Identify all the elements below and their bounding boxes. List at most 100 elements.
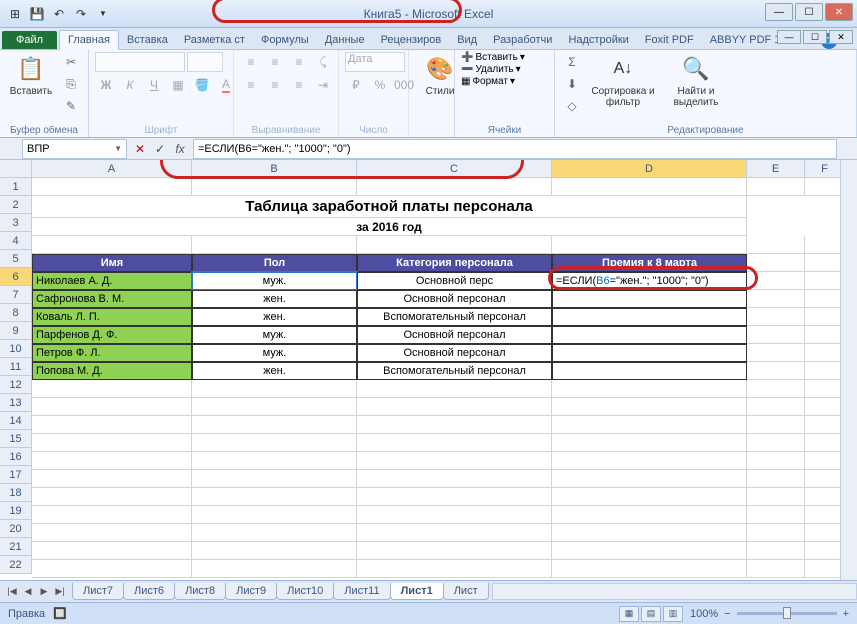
cell[interactable] <box>747 524 805 542</box>
cell[interactable] <box>32 488 192 506</box>
cell[interactable] <box>357 524 552 542</box>
cell[interactable] <box>192 470 357 488</box>
row-header-1[interactable]: 1 <box>0 178 32 196</box>
row-header-8[interactable]: 8 <box>0 304 32 322</box>
zoom-handle[interactable] <box>783 607 791 619</box>
sheet-tab[interactable]: Лист9 <box>225 583 277 600</box>
cell[interactable] <box>357 380 552 398</box>
tab-review[interactable]: Рецензиров <box>373 31 450 49</box>
cell[interactable] <box>747 488 805 506</box>
cell[interactable] <box>805 560 845 578</box>
sheet-tab[interactable]: Лист7 <box>72 583 124 600</box>
cell[interactable] <box>747 236 805 254</box>
tab-insert[interactable]: Вставка <box>119 31 176 49</box>
view-page-break-icon[interactable]: ▥ <box>663 606 683 622</box>
row-header-15[interactable]: 15 <box>0 430 32 448</box>
number-format-select[interactable]: Дата <box>345 52 405 72</box>
zoom-out-icon[interactable]: − <box>724 608 730 620</box>
bonus-cell[interactable] <box>552 344 747 362</box>
row-header-22[interactable]: 22 <box>0 556 32 574</box>
cell[interactable] <box>805 236 845 254</box>
category-cell[interactable]: Вспомогательный персонал <box>357 362 552 380</box>
sheet-nav-next-icon[interactable]: ▶ <box>36 584 52 600</box>
bonus-cell[interactable] <box>552 326 747 344</box>
cell[interactable] <box>192 452 357 470</box>
cell[interactable] <box>552 416 747 434</box>
sex-cell[interactable]: жен. <box>192 362 357 380</box>
paste-button[interactable]: 📋 Вставить <box>6 52 56 99</box>
percent-icon[interactable]: % <box>369 75 391 95</box>
cell[interactable] <box>552 434 747 452</box>
tab-home[interactable]: Главная <box>59 30 119 50</box>
name-cell[interactable]: Сафронова В. М. <box>32 290 192 308</box>
tab-addins[interactable]: Надстройки <box>560 31 636 49</box>
format-painter-icon[interactable]: ✎ <box>60 96 82 116</box>
format-cells-button[interactable]: ▦ Формат ▾ <box>461 76 515 87</box>
name-cell[interactable]: Коваль Л. П. <box>32 308 192 326</box>
sheet-tab[interactable]: Лист11 <box>333 583 390 600</box>
autosum-icon[interactable]: Σ <box>561 52 583 72</box>
cell[interactable] <box>192 488 357 506</box>
tab-page-layout[interactable]: Разметка ст <box>176 31 253 49</box>
cell[interactable] <box>192 524 357 542</box>
cell[interactable] <box>805 488 845 506</box>
find-select-button[interactable]: 🔍 Найти и выделить <box>663 52 729 110</box>
cell[interactable] <box>32 178 192 196</box>
row-header-19[interactable]: 19 <box>0 502 32 520</box>
workbook-restore-button[interactable]: ☐ <box>803 30 827 44</box>
cell[interactable] <box>32 524 192 542</box>
cell[interactable] <box>747 452 805 470</box>
close-button[interactable]: ✕ <box>825 3 853 21</box>
cell[interactable] <box>357 506 552 524</box>
column-header-c[interactable]: C <box>357 160 552 177</box>
name-cell[interactable]: Николаев А. Д. <box>32 272 192 290</box>
column-header-f[interactable]: F <box>805 160 845 177</box>
cell[interactable] <box>747 178 805 196</box>
font-size-select[interactable] <box>187 52 223 72</box>
file-tab[interactable]: Файл <box>2 31 57 49</box>
cell[interactable] <box>552 236 747 254</box>
sheet-tab[interactable]: Лист10 <box>276 583 334 600</box>
cell[interactable] <box>805 434 845 452</box>
cell[interactable] <box>32 506 192 524</box>
cell[interactable] <box>357 560 552 578</box>
cell[interactable] <box>357 416 552 434</box>
column-header-e[interactable]: E <box>747 160 805 177</box>
table-header[interactable]: Премия к 8 марта <box>552 254 747 272</box>
column-header-d[interactable]: D <box>552 160 747 177</box>
row-header-12[interactable]: 12 <box>0 376 32 394</box>
row-header-11[interactable]: 11 <box>0 358 32 376</box>
sheet-nav-first-icon[interactable]: |◀ <box>4 584 20 600</box>
view-normal-icon[interactable]: ▦ <box>619 606 639 622</box>
cell[interactable] <box>805 380 845 398</box>
row-header-3[interactable]: 3 <box>0 214 32 232</box>
cell[interactable] <box>32 416 192 434</box>
tab-formulas[interactable]: Формулы <box>253 31 317 49</box>
cell[interactable] <box>552 178 747 196</box>
cell[interactable] <box>552 452 747 470</box>
cell[interactable] <box>357 434 552 452</box>
workbook-close-button[interactable]: ✕ <box>829 30 853 44</box>
category-cell[interactable]: Основной персонал <box>357 326 552 344</box>
redo-icon[interactable]: ↷ <box>72 5 90 23</box>
table-subtitle[interactable]: за 2016 год <box>32 218 747 236</box>
italic-icon[interactable]: К <box>119 75 141 95</box>
cell[interactable] <box>357 178 552 196</box>
vertical-scrollbar[interactable] <box>840 160 857 580</box>
cell[interactable] <box>552 506 747 524</box>
fill-color-icon[interactable]: 🪣 <box>191 75 213 95</box>
sheet-tab[interactable]: Лист <box>443 583 489 600</box>
bonus-cell[interactable] <box>552 290 747 308</box>
cell[interactable] <box>192 398 357 416</box>
cell[interactable] <box>747 506 805 524</box>
category-cell[interactable]: Основной перс <box>357 272 552 290</box>
cell[interactable] <box>747 380 805 398</box>
category-cell[interactable]: Основной персонал <box>357 290 552 308</box>
cell[interactable] <box>747 416 805 434</box>
cell[interactable] <box>805 416 845 434</box>
name-box-dropdown-icon[interactable]: ▼ <box>114 144 122 153</box>
excel-icon[interactable]: ⊞ <box>6 5 24 23</box>
cell[interactable] <box>357 488 552 506</box>
align-bottom-icon[interactable]: ≡ <box>288 52 310 72</box>
sex-cell[interactable]: муж. <box>192 344 357 362</box>
